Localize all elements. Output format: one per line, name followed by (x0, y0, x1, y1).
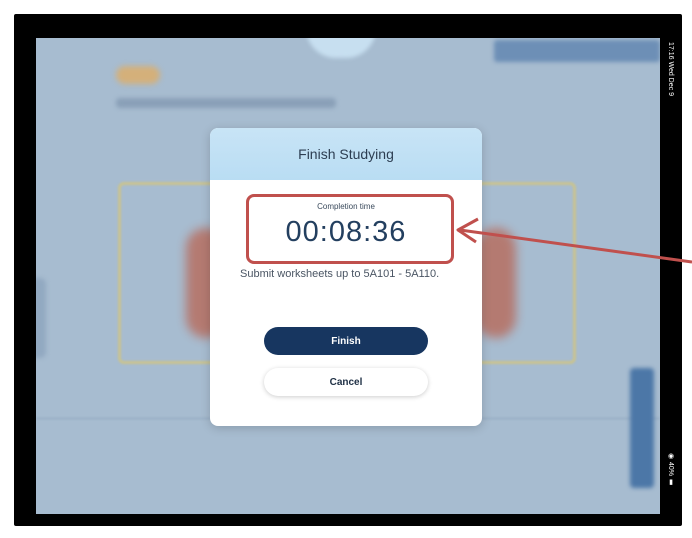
finish-studying-dialog: Finish Studying Completion time 00:08:36… (210, 128, 482, 426)
background-top-toolbar (494, 40, 660, 62)
cancel-button[interactable]: Cancel (264, 368, 428, 396)
background-heading (116, 98, 336, 108)
background-bubble (306, 38, 376, 58)
status-bar-battery: ◉ 40% ▮ (662, 452, 674, 486)
background-logo (116, 66, 160, 84)
dialog-header: Finish Studying (210, 128, 482, 180)
dialog-title: Finish Studying (298, 146, 394, 162)
finish-button[interactable]: Finish (264, 327, 428, 355)
battery-icon: ▮ (667, 475, 674, 486)
dialog-message: Submit worksheets up to 5A101 - 5A110. (240, 268, 440, 280)
finish-button-label: Finish (331, 335, 361, 347)
annotation-highlight-box (246, 194, 454, 264)
status-bar-time: 17:16 Wed Dec 9 (667, 42, 674, 96)
background-figure-right (476, 228, 516, 338)
wifi-icon: ◉ (667, 452, 674, 462)
cancel-button-label: Cancel (329, 376, 363, 388)
background-left-tab (36, 278, 46, 358)
background-side-tab (630, 368, 654, 488)
battery-percent: 40% (667, 461, 674, 476)
